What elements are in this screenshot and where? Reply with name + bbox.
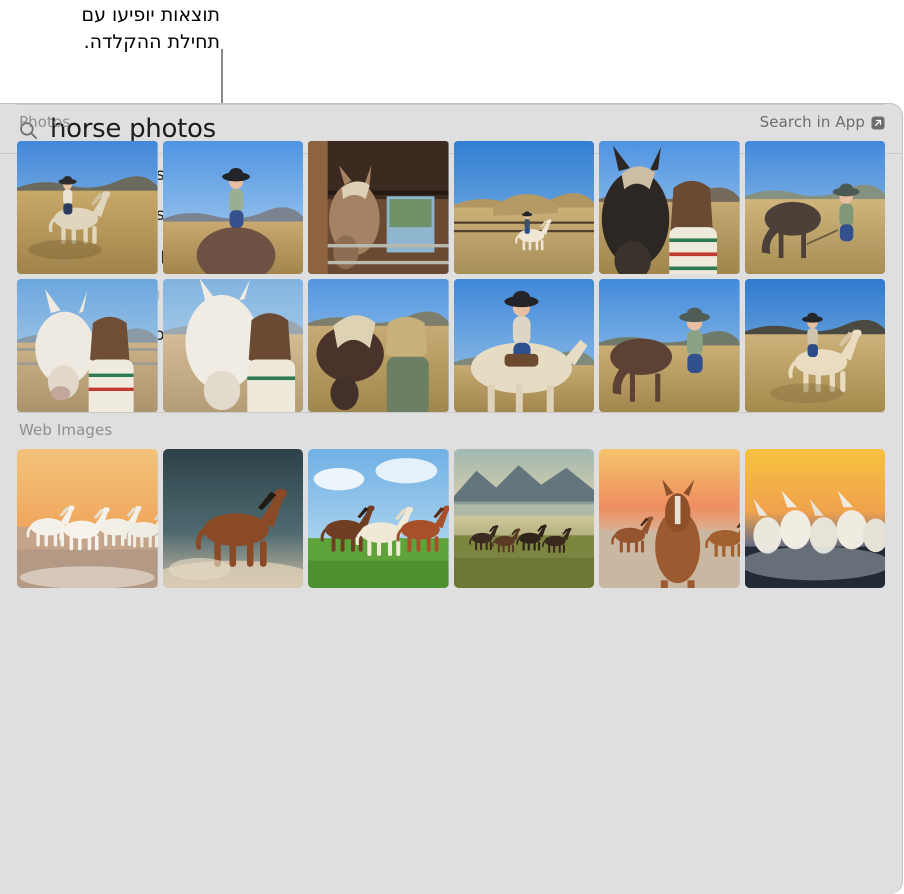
photo-result-thumbnail[interactable] [162, 141, 303, 274]
thumbnail-image [453, 449, 594, 588]
thumbnail-image [453, 279, 594, 412]
thumbnail-image [17, 141, 158, 274]
thumbnail-image [162, 279, 303, 412]
web-image-result-thumbnail[interactable] [308, 449, 449, 588]
photo-result-thumbnail[interactable] [308, 141, 449, 274]
photo-result-thumbnail[interactable] [599, 279, 740, 412]
thumbnail-image [453, 141, 594, 274]
thumbnail-image [308, 279, 449, 412]
web-images-section-header: Web Images [0, 412, 902, 448]
web-images-grid [0, 449, 902, 588]
photo-result-thumbnail[interactable] [599, 141, 740, 274]
photo-result-thumbnail[interactable] [162, 279, 303, 412]
thumbnail-image [162, 141, 303, 274]
photo-result-thumbnail[interactable] [744, 141, 885, 274]
search-in-app-button[interactable]: Search in App [760, 113, 885, 131]
photos-section-title: Photos [19, 113, 71, 131]
callout-annotation-text: תוצאות יופיעו עם תחילת ההקלדה. [81, 4, 221, 53]
thumbnail-image [162, 449, 303, 588]
photo-result-thumbnail[interactable] [453, 279, 594, 412]
thumbnail-image [308, 141, 449, 274]
web-image-result-thumbnail[interactable] [599, 449, 740, 588]
web-images-section-title: Web Images [19, 421, 113, 439]
photo-result-thumbnail[interactable] [744, 279, 885, 412]
thumbnail-image [744, 141, 885, 274]
search-suggestions-popover: horse photos horse photos horse photosho… [0, 103, 903, 894]
photo-result-thumbnail[interactable] [17, 141, 158, 274]
thumbnail-image [599, 141, 740, 274]
photo-result-thumbnail[interactable] [453, 141, 594, 274]
callout-leader-line [221, 49, 223, 106]
photo-result-thumbnail[interactable] [308, 279, 449, 412]
thumbnail-image [17, 449, 158, 588]
thumbnail-image [17, 279, 158, 412]
thumbnail-image [744, 279, 885, 412]
web-image-result-thumbnail[interactable] [744, 449, 885, 588]
thumbnail-image [308, 449, 449, 588]
web-image-result-thumbnail[interactable] [162, 449, 303, 588]
photos-section-header: Photos Search in App [0, 104, 902, 140]
search-in-app-label: Search in App [759, 113, 865, 131]
web-image-result-thumbnail[interactable] [453, 449, 594, 588]
thumbnail-image [744, 449, 885, 588]
photo-result-thumbnail[interactable] [17, 279, 158, 412]
thumbnail-image [599, 279, 740, 412]
section-divider [17, 104, 885, 105]
thumbnail-image [599, 449, 740, 588]
external-link-arrow-icon [871, 116, 885, 130]
web-image-result-thumbnail[interactable] [17, 449, 158, 588]
section-divider [17, 412, 885, 413]
